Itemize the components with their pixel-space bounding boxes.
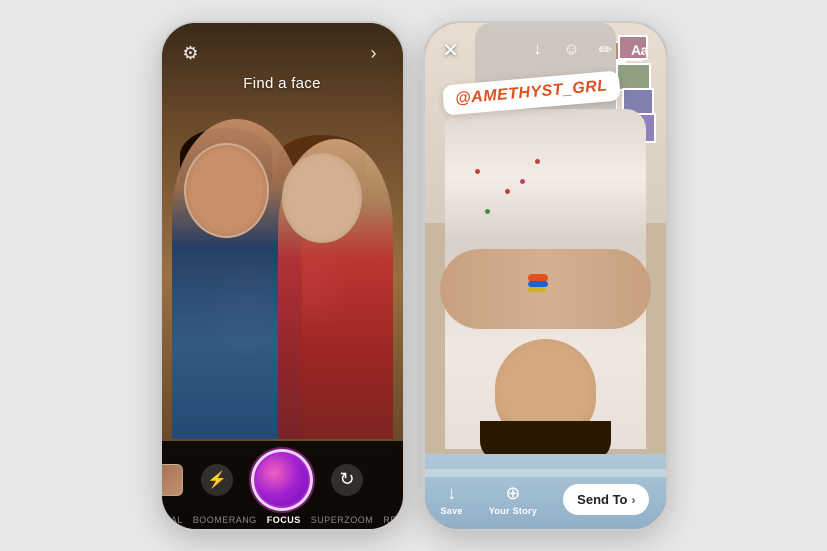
settings-icon[interactable]: ⚙	[180, 43, 202, 65]
bracelet-3	[528, 287, 546, 292]
camera-controls: ⚡ ↻	[162, 441, 403, 511]
save-label: Save	[441, 506, 463, 516]
left-phone: ⚙ › Find a face ⚡ ↻ NORMAL BOOME	[160, 21, 405, 531]
tab-rewind[interactable]: REWIND	[383, 515, 402, 525]
right-top-icons: ↓ ☺ ✏ Aa	[526, 38, 652, 62]
tab-superzoom[interactable]: SUPERZOOM	[311, 515, 374, 525]
floral-dot-5	[520, 179, 525, 184]
shutter-button[interactable]	[251, 449, 313, 511]
person-right-face	[282, 153, 362, 243]
spacer	[381, 464, 403, 496]
tab-boomerang[interactable]: BOOMERANG	[193, 515, 257, 525]
right-bottom-bar: ↓ Save ⊕ Your Story Send To ›	[425, 471, 666, 529]
send-chevron-icon: ›	[631, 493, 635, 507]
left-top-bar: ⚙ ›	[162, 23, 403, 73]
flash-button[interactable]: ⚡	[201, 464, 233, 496]
arrow-right-icon[interactable]: ›	[363, 43, 385, 65]
close-icon[interactable]: ✕	[439, 38, 463, 62]
find-face-label: Find a face	[162, 75, 403, 92]
right-top-bar: ✕ ↓ ☺ ✏ Aa	[425, 23, 666, 68]
person-arms	[440, 249, 651, 329]
download-icon[interactable]: ↓	[526, 38, 550, 62]
bracelet-2	[528, 281, 548, 287]
tab-normal[interactable]: NORMAL	[162, 515, 183, 525]
floral-dot-1	[475, 169, 480, 174]
floral-dot-3	[535, 159, 540, 164]
draw-icon[interactable]: ✏	[594, 38, 618, 62]
shutter-inner	[256, 454, 308, 506]
left-bottom-bar: ⚡ ↻ NORMAL BOOMERANG FOCUS SUPERZOOM REW…	[162, 441, 403, 529]
send-to-button[interactable]: Send To ›	[563, 484, 649, 515]
tab-focus[interactable]: FOCUS	[267, 515, 301, 525]
left-screen: ⚙ › Find a face ⚡ ↻ NORMAL BOOME	[162, 23, 403, 529]
floral-dot-2	[505, 189, 510, 194]
floral-dot-4	[485, 209, 490, 214]
save-button[interactable]: ↓ Save	[441, 483, 463, 516]
right-phone: ✕ ↓ ☺ ✏ Aa @AMETHYST_GRL ↓ Save ⊕	[423, 21, 668, 531]
sticker-icon[interactable]: ☺	[560, 38, 584, 62]
text-tool-button[interactable]: Aa	[628, 38, 652, 62]
right-screen: ✕ ↓ ☺ ✏ Aa @AMETHYST_GRL ↓ Save ⊕	[425, 23, 666, 529]
send-to-label: Send To	[577, 492, 627, 507]
your-story-label: Your Story	[489, 506, 537, 516]
gallery-thumbnail[interactable]	[162, 464, 184, 496]
mode-tabs: NORMAL BOOMERANG FOCUS SUPERZOOM REWIND	[162, 511, 403, 525]
your-story-button[interactable]: ⊕ Your Story	[489, 483, 537, 516]
add-story-icon: ⊕	[505, 483, 520, 504]
save-icon: ↓	[447, 483, 456, 504]
person-left-face	[184, 143, 269, 238]
rotate-camera-button[interactable]: ↻	[331, 464, 363, 496]
app-container: ⚙ › Find a face ⚡ ↻ NORMAL BOOME	[0, 0, 827, 551]
